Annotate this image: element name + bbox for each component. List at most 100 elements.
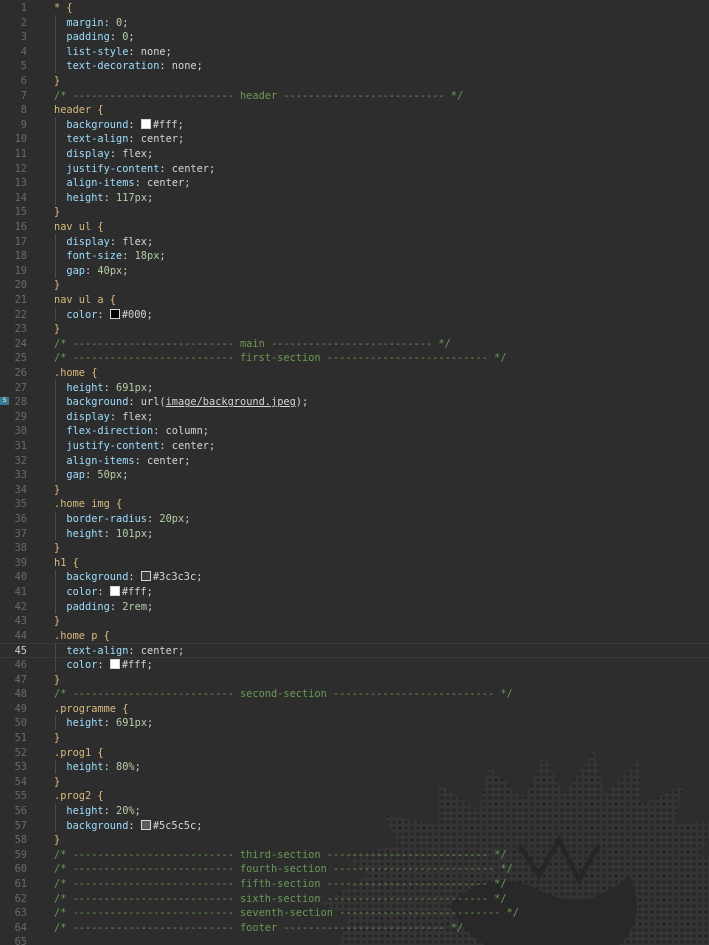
code-line[interactable]: 7 /* -------------------------- header --… — [0, 89, 709, 104]
code-token: display — [66, 410, 110, 423]
code-token: : — [103, 381, 117, 394]
code-line[interactable]: 6} — [0, 74, 709, 89]
code-line[interactable]: 33 gap: 50px; — [0, 468, 709, 483]
code-line[interactable]: 65 — [0, 935, 709, 945]
code-line[interactable]: 15} — [0, 205, 709, 220]
code-text: /* -------------------------- second-sec… — [54, 687, 513, 702]
code-line[interactable]: 36 border-radius: 20px; — [0, 512, 709, 527]
line-number: 34 — [14, 483, 27, 496]
code-token: } — [54, 673, 61, 686]
line-number: 44 — [14, 629, 27, 642]
code-line[interactable]: 4 list-style: none; — [0, 45, 709, 60]
code-line[interactable]: 47} — [0, 673, 709, 688]
code-token: : — [103, 805, 117, 817]
code-line[interactable]: 49 .programme { — [0, 702, 709, 717]
code-line[interactable]: 35 .home img { — [0, 497, 709, 512]
code-line[interactable]: 41 color: #fff; — [0, 585, 709, 600]
code-line[interactable]: 58} — [0, 833, 709, 848]
code-text: align-items: center; — [54, 176, 190, 191]
code-line[interactable]: 1 * { — [0, 1, 709, 16]
code-line[interactable]: 39 h1 { — [0, 556, 709, 571]
code-line[interactable]: 54} — [0, 775, 709, 790]
code-line[interactable]: 53 height: 80%; — [0, 760, 709, 775]
code-text: text-decoration: none; — [54, 59, 202, 74]
code-editor[interactable]: 5 1 * {2 margin: 0; 3 padding: 0; 4 list-st… — [0, 0, 709, 945]
code-line[interactable]: 50 height: 691px; — [0, 716, 709, 731]
code-line[interactable]: 56 height: 20%; — [0, 804, 709, 819]
code-line[interactable]: 24 /* -------------------------- main ---… — [0, 337, 709, 352]
code-line[interactable]: 61 /* -------------------------- fifth-se… — [0, 877, 709, 892]
code-line[interactable]: 20} — [0, 278, 709, 293]
code-line[interactable]: 9 background: #fff; — [0, 118, 709, 133]
code-line[interactable]: 42 padding: 2rem; — [0, 600, 709, 615]
color-swatch-icon[interactable] — [140, 118, 151, 129]
code-line[interactable]: 18 font-size: 18px; — [0, 249, 709, 264]
code-line[interactable]: 31 justify-content: center; — [0, 439, 709, 454]
code-line[interactable]: 55 .prog2 { — [0, 789, 709, 804]
code-line[interactable]: 19 gap: 40px; — [0, 264, 709, 279]
line-number: 57 — [14, 819, 27, 832]
code-line[interactable]: 5 text-decoration: none; — [0, 59, 709, 74]
code-line[interactable]: 2 margin: 0; — [0, 16, 709, 31]
code-token: : — [122, 250, 135, 263]
code-line[interactable]: 23} — [0, 322, 709, 337]
color-swatch-icon[interactable] — [140, 571, 151, 582]
code-line[interactable]: 38} — [0, 541, 709, 556]
code-line[interactable]: 16 nav ul { — [0, 220, 709, 235]
code-line[interactable]: 62 /* -------------------------- sixth-se… — [0, 892, 709, 907]
code-line[interactable]: 28 background: url(image/background.jpeg… — [0, 395, 709, 410]
code-token: : center; — [128, 133, 185, 146]
code-line[interactable]: 10 text-align: center; — [0, 132, 709, 147]
code-text: /* -------------------------- main -----… — [54, 337, 451, 352]
code-line[interactable]: 57 background: #5c5c5c; — [0, 819, 709, 834]
code-line[interactable]: 64 /* -------------------------- footer -… — [0, 921, 709, 936]
code-line[interactable]: 43} — [0, 614, 709, 629]
code-token: height — [66, 805, 104, 817]
code-line[interactable]: 14 height: 117px; — [0, 191, 709, 206]
line-number: 3 — [20, 31, 27, 44]
code-line[interactable]: 11 display: flex; — [0, 147, 709, 162]
code-line[interactable]: 21 nav ul a { — [0, 293, 709, 308]
code-line[interactable]: 26 .home { — [0, 366, 709, 381]
code-line[interactable]: 60 /* -------------------------- fourth-s… — [0, 862, 709, 877]
code-line[interactable]: 40 background: #3c3c3c; — [0, 570, 709, 585]
code-line[interactable]: 51} — [0, 731, 709, 746]
code-line[interactable]: 44 .home p { — [0, 629, 709, 644]
color-swatch-icon[interactable] — [140, 819, 151, 830]
code-token: : — [97, 659, 110, 671]
code-line[interactable]: 52 .prog1 { — [0, 746, 709, 761]
code-text: * { — [54, 1, 73, 16]
code-line[interactable]: 46 color: #fff; — [0, 658, 709, 673]
color-swatch-icon[interactable] — [109, 586, 120, 596]
code-line[interactable]: 25 /* -------------------------- first-se… — [0, 351, 709, 366]
line-number: 46 — [14, 659, 27, 671]
code-line[interactable]: 8 header { — [0, 103, 709, 118]
code-line[interactable]: 3 padding: 0; — [0, 30, 709, 45]
code-text: .home img { — [54, 497, 122, 512]
color-swatch-icon[interactable] — [109, 308, 120, 319]
code-token: } — [54, 206, 61, 219]
code-line[interactable]: 34} — [0, 483, 709, 498]
line-number: 54 — [14, 775, 27, 788]
code-line[interactable]: 63 /* -------------------------- seventh-… — [0, 906, 709, 921]
code-line[interactable]: 30 flex-direction: column; — [0, 424, 709, 439]
code-line[interactable]: 48 /* -------------------------- second-s… — [0, 687, 709, 702]
code-line[interactable]: 12 justify-content: center; — [0, 162, 709, 177]
line-number: 11 — [14, 148, 27, 160]
code-line[interactable]: 22 color: #000; — [0, 308, 709, 323]
code-line[interactable]: 37 height: 101px; — [0, 527, 709, 542]
code-line[interactable]: 13 align-items: center; — [0, 176, 709, 191]
code-line[interactable]: 17 display: flex; — [0, 235, 709, 250]
code-text: header { — [54, 103, 104, 118]
code-line[interactable]: 29 display: flex; — [0, 410, 709, 425]
code-line[interactable]: 45 text-align: center; — [0, 643, 709, 658]
color-swatch-icon[interactable] — [109, 659, 120, 669]
code-line[interactable]: 27 height: 691px; — [0, 381, 709, 396]
code-line[interactable]: 59 /* -------------------------- third-se… — [0, 848, 709, 863]
code-line[interactable]: 32 align-items: center; — [0, 454, 709, 469]
code-text: display: flex; — [54, 147, 153, 162]
code-token: height — [66, 717, 104, 730]
